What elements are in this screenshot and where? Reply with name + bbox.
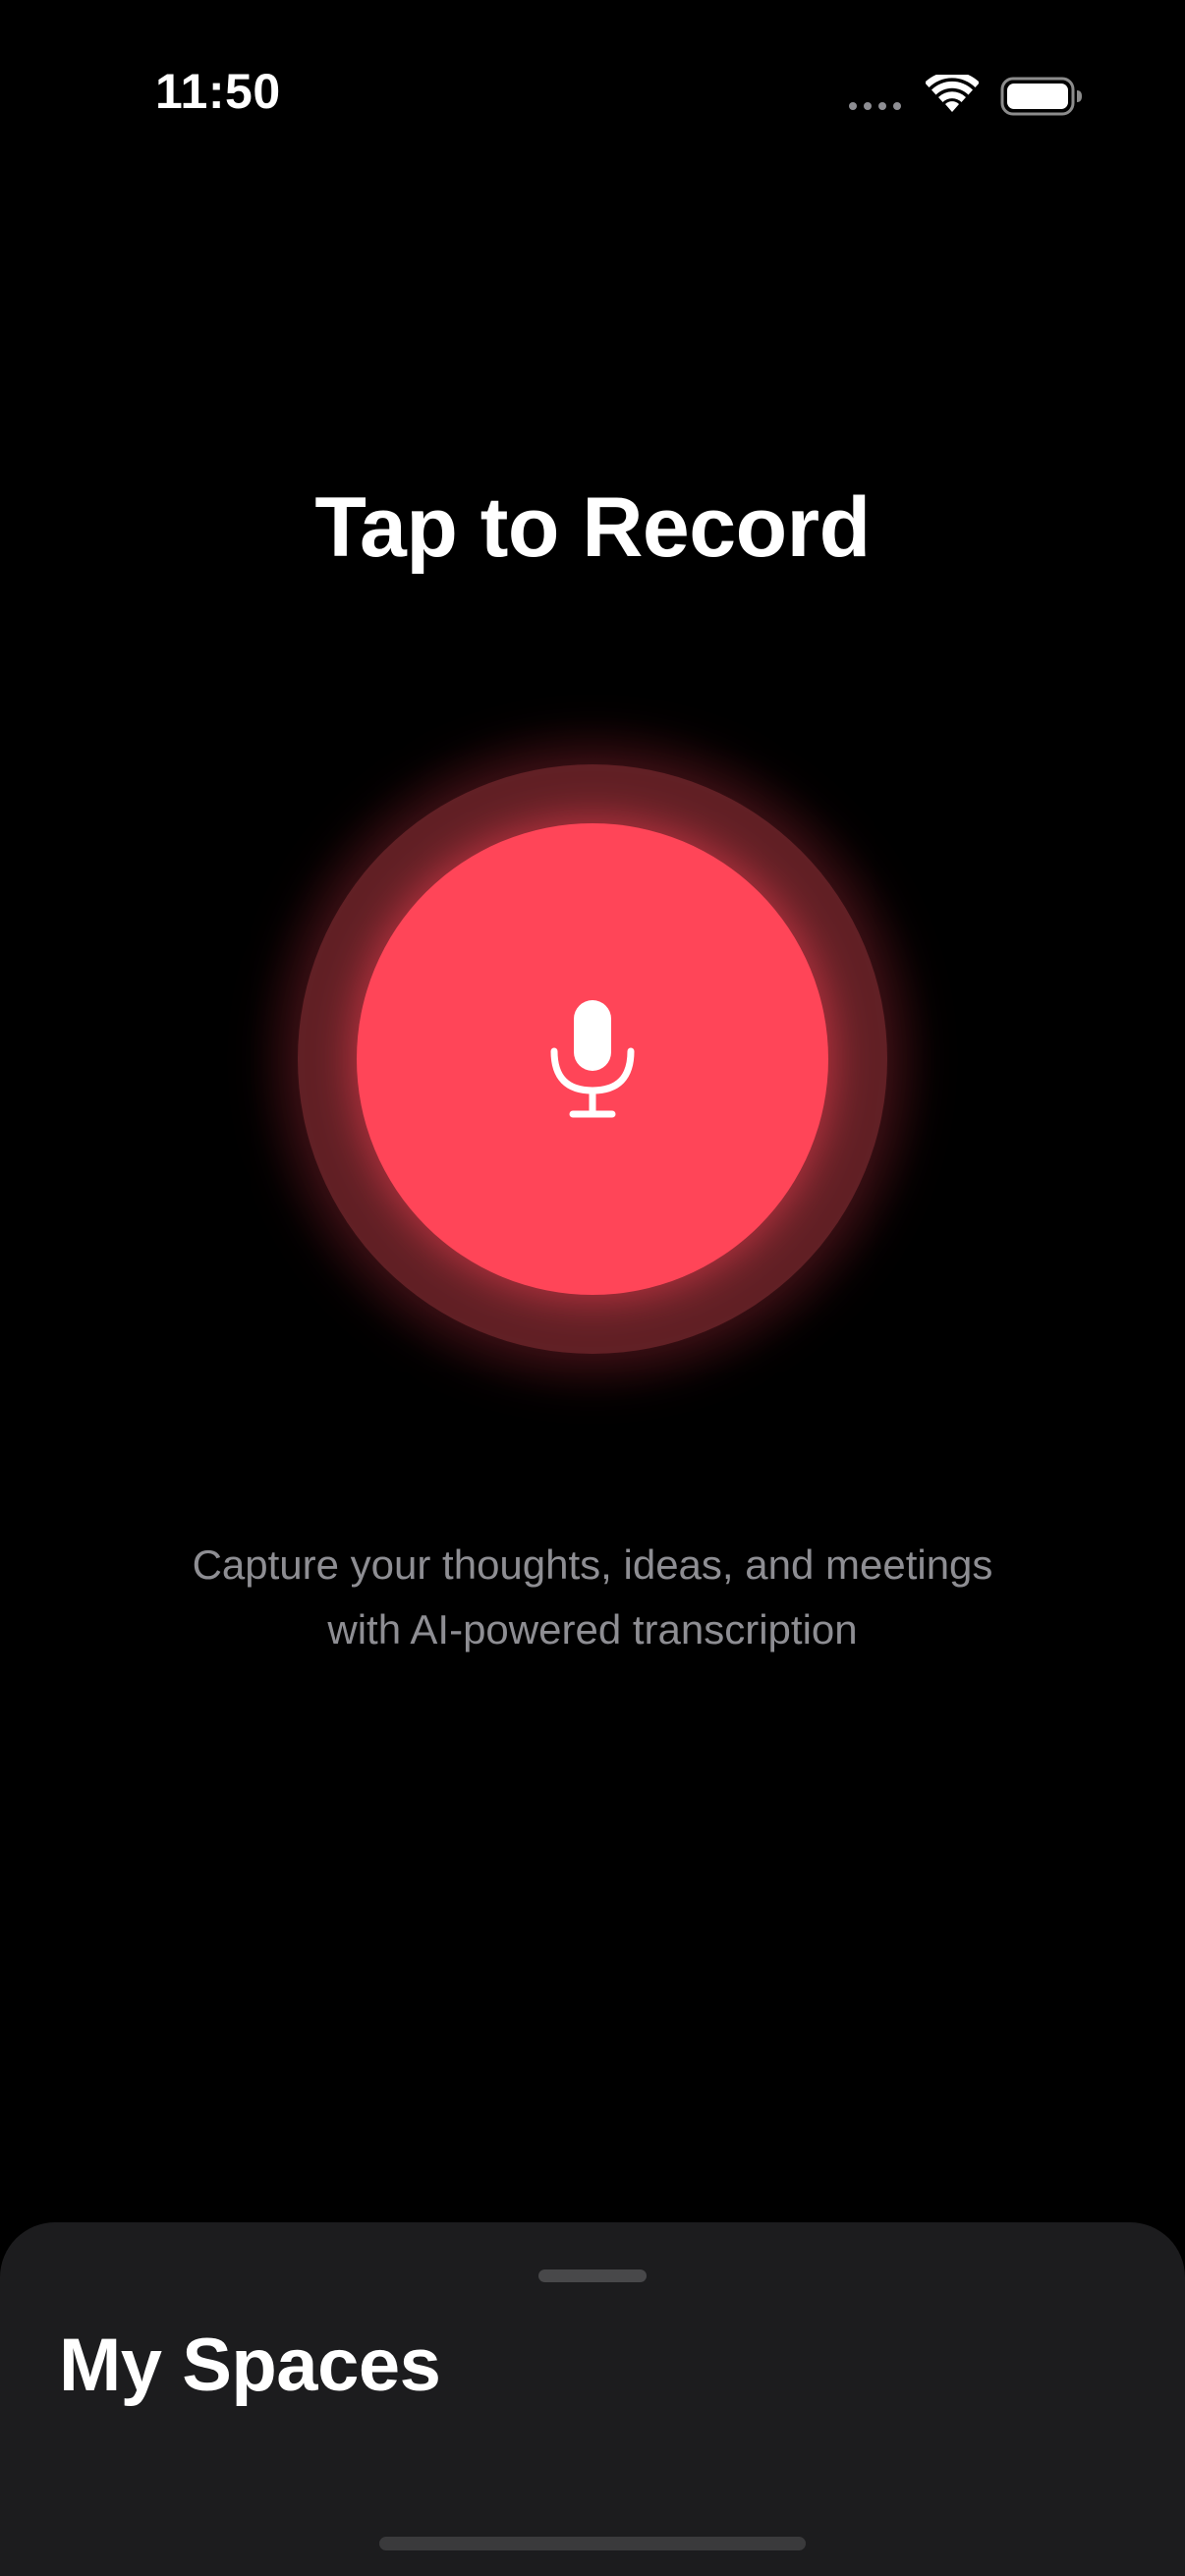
record-description-line-1: Capture your thoughts, ideas, and meetin… [192,1541,993,1588]
sheet-grabber[interactable] [538,2269,647,2282]
battery-icon [1000,77,1082,116]
status-bar: 11:50 [0,0,1185,196]
wifi-icon [926,75,979,112]
status-time: 11:50 [155,64,281,119]
my-spaces-sheet[interactable]: My Spaces [0,2222,1185,2576]
sheet-title: My Spaces [59,2324,441,2407]
home-indicator[interactable] [379,2537,806,2550]
record-description-line-2: with AI-powered transcription [327,1606,858,1652]
microphone-icon [550,1000,635,1118]
signal-dots-icon [849,102,901,110]
record-description: Capture your thoughts, ideas, and meetin… [0,1533,1185,1662]
page-title: Tap to Record [314,480,871,575]
